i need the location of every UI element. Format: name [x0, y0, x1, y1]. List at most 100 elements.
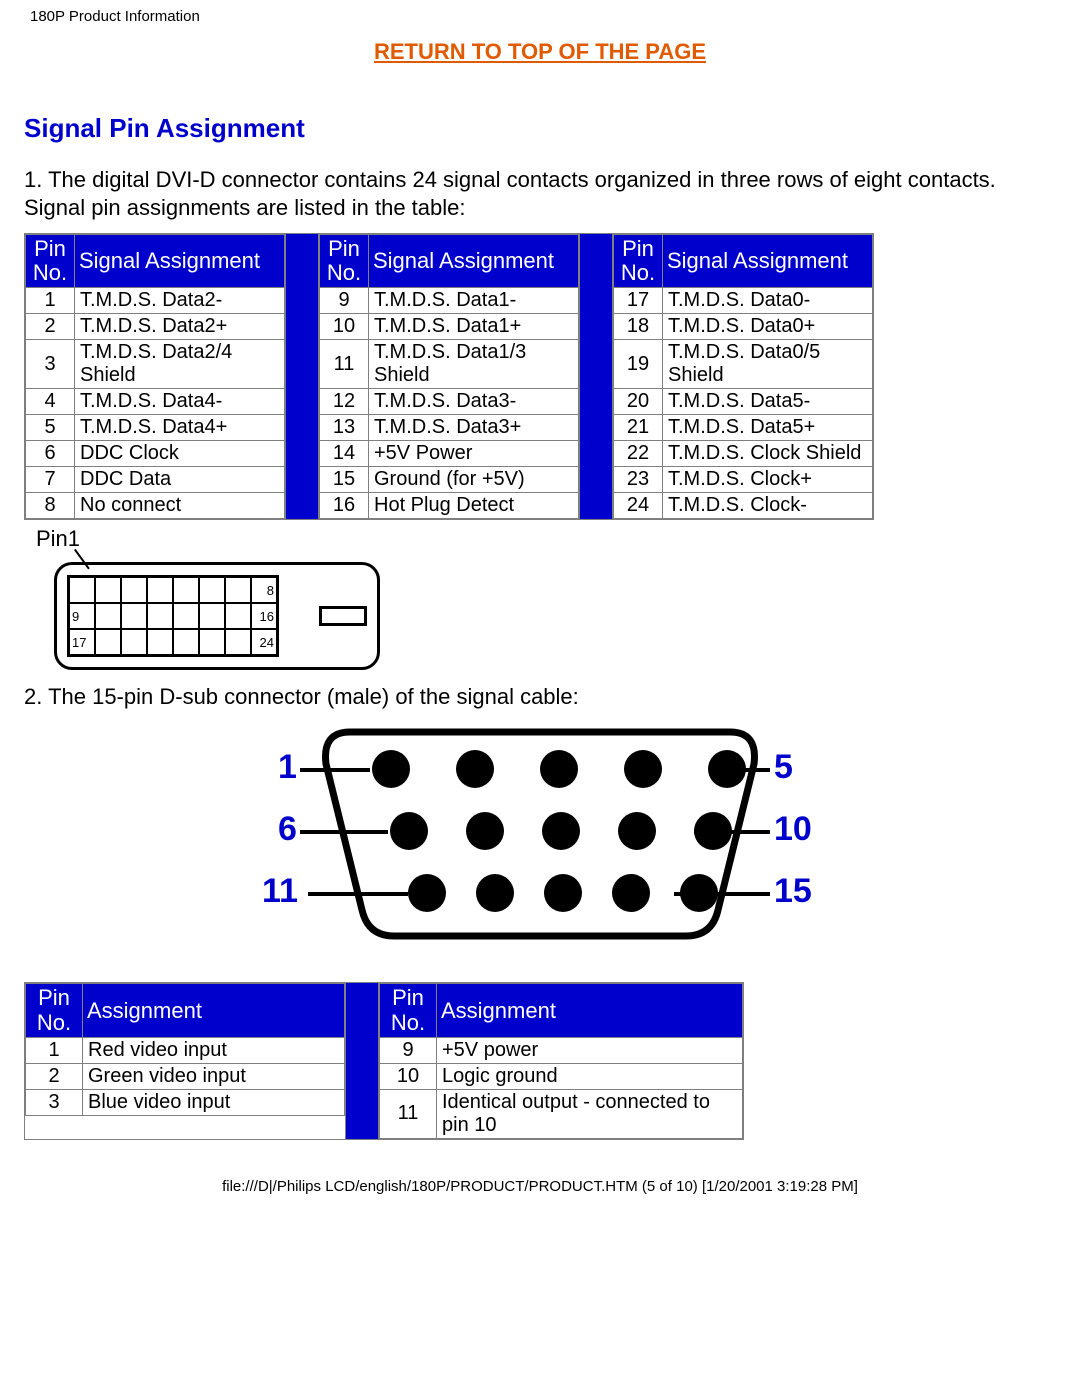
dvi-pin-table: Pin No. Signal Assignment 1T.M.D.S. Data… — [24, 233, 874, 520]
signal-cell: +5V Power — [369, 441, 579, 467]
table-row: 7DDC Data — [26, 467, 285, 493]
dsub-label-15: 15 — [774, 872, 812, 911]
table-row: 11Identical output - connected to pin 10 — [380, 1089, 743, 1138]
table-spacer — [286, 234, 319, 520]
table-row: 16Hot Plug Detect — [320, 493, 579, 519]
dvi-header-signal: Signal Assignment — [75, 235, 285, 288]
top-link-wrap: RETURN TO TOP OF THE PAGE — [0, 31, 1080, 113]
pin-no-cell: 9 — [320, 288, 369, 314]
dvi-pin-cell — [199, 629, 225, 655]
dvi-pin-cell: 16 — [251, 603, 277, 629]
pin-no-cell: 3 — [26, 340, 75, 389]
pin-no-cell: 1 — [26, 1037, 83, 1063]
dvi-header-pin: Pin No. — [26, 235, 75, 288]
dvi-pin-cell: 8 — [251, 577, 277, 603]
assignment-cell: Blue video input — [83, 1089, 345, 1115]
dvi-pin-cell: 17 — [69, 629, 95, 655]
dvi-pin-cell — [225, 603, 251, 629]
return-top-link[interactable]: RETURN TO TOP OF THE PAGE — [374, 39, 706, 64]
pin-no-cell: 9 — [380, 1037, 437, 1063]
dvi-pin-cell — [147, 603, 173, 629]
assignment-cell: Green video input — [83, 1063, 345, 1089]
signal-cell: T.M.D.S. Data2- — [75, 288, 285, 314]
dsub-header-assign: Assignment — [83, 984, 345, 1037]
table-row: 21T.M.D.S. Data5+ — [614, 415, 873, 441]
signal-cell: T.M.D.S. Clock+ — [663, 467, 873, 493]
page-footer: file:///D|/Philips LCD/english/180P/PROD… — [0, 1140, 1080, 1207]
dsub-label-10: 10 — [774, 810, 812, 849]
pin-no-cell: 16 — [320, 493, 369, 519]
pin-no-cell: 23 — [614, 467, 663, 493]
dvi-pin-cell — [173, 577, 199, 603]
table-row: 9+5V power — [380, 1037, 743, 1063]
signal-cell: Hot Plug Detect — [369, 493, 579, 519]
pin1-label: Pin1 — [36, 526, 80, 552]
dvi-sub-3: Pin No. Signal Assignment 17T.M.D.S. Dat… — [613, 234, 873, 519]
dvi-sub-1: Pin No. Signal Assignment 1T.M.D.S. Data… — [25, 234, 285, 519]
table-row: 6DDC Clock — [26, 441, 285, 467]
table-row: 2T.M.D.S. Data2+ — [26, 314, 285, 340]
table-row: 2Green video input — [26, 1063, 345, 1089]
signal-cell: T.M.D.S. Data4- — [75, 389, 285, 415]
table-row: 9T.M.D.S. Data1- — [320, 288, 579, 314]
dsub-line — [308, 892, 408, 896]
signal-cell: T.M.D.S. Data5+ — [663, 415, 873, 441]
table-row: 12T.M.D.S. Data3- — [320, 389, 579, 415]
table-row: 18T.M.D.S. Data0+ — [614, 314, 873, 340]
pin-no-cell: 19 — [614, 340, 663, 389]
dvi-pin-cell — [225, 629, 251, 655]
table-spacer — [580, 234, 613, 520]
pin-no-cell: 5 — [26, 415, 75, 441]
table-row: 3Blue video input — [26, 1089, 345, 1115]
table-row: 10T.M.D.S. Data1+ — [320, 314, 579, 340]
dvi-pin-cell: 24 — [251, 629, 277, 655]
signal-cell: T.M.D.S. Clock- — [663, 493, 873, 519]
dvi-pin-cell — [95, 603, 121, 629]
pin-no-cell: 11 — [380, 1089, 437, 1138]
assignment-cell: Identical output - connected to pin 10 — [437, 1089, 743, 1138]
dsub-label-1: 1 — [278, 748, 297, 787]
pin-no-cell: 12 — [320, 389, 369, 415]
pin-no-cell: 1 — [26, 288, 75, 314]
signal-cell: T.M.D.S. Data0+ — [663, 314, 873, 340]
dvi-pin-cell — [225, 577, 251, 603]
pin-no-cell: 13 — [320, 415, 369, 441]
signal-cell: T.M.D.S. Data5- — [663, 389, 873, 415]
dsub-header-pin: Pin No. — [26, 984, 83, 1037]
section-heading: Signal Pin Assignment — [0, 113, 1080, 166]
dvi-pin-cell — [121, 577, 147, 603]
pin-no-cell: 11 — [320, 340, 369, 389]
dvi-pin-cell: 9 — [69, 603, 95, 629]
dvi-pin-cell — [121, 603, 147, 629]
table-row: 19T.M.D.S. Data0/5 Shield — [614, 340, 873, 389]
table-row: 11T.M.D.S. Data1/3 Shield — [320, 340, 579, 389]
pin-no-cell: 2 — [26, 1063, 83, 1089]
table-row: 22T.M.D.S. Clock Shield — [614, 441, 873, 467]
pin-no-cell: 4 — [26, 389, 75, 415]
pin-no-cell: 21 — [614, 415, 663, 441]
signal-cell: T.M.D.S. Data0/5 Shield — [663, 340, 873, 389]
page-header: 180P Product Information — [0, 0, 1080, 31]
dvi-pin-cell — [121, 629, 147, 655]
pin-no-cell: 2 — [26, 314, 75, 340]
pin-no-cell: 24 — [614, 493, 663, 519]
pin-no-cell: 18 — [614, 314, 663, 340]
pin-no-cell: 8 — [26, 493, 75, 519]
dsub-label-5: 5 — [774, 748, 793, 787]
table-row: 5T.M.D.S. Data4+ — [26, 415, 285, 441]
dvi-pin-cell — [199, 577, 225, 603]
table-row: 14+5V Power — [320, 441, 579, 467]
signal-cell: T.M.D.S. Data0- — [663, 288, 873, 314]
dsub-line — [300, 768, 370, 772]
assignment-cell: Red video input — [83, 1037, 345, 1063]
table-row: 10Logic ground — [380, 1063, 743, 1089]
pin-no-cell: 14 — [320, 441, 369, 467]
signal-cell: T.M.D.S. Clock Shield — [663, 441, 873, 467]
dsub-sub-1: Pin No. Assignment 1Red video input2Gree… — [25, 983, 345, 1115]
table-row: 15Ground (for +5V) — [320, 467, 579, 493]
dvi-header-pin: Pin No. — [614, 235, 663, 288]
table-row: 4T.M.D.S. Data4- — [26, 389, 285, 415]
assignment-cell: +5V power — [437, 1037, 743, 1063]
table-row: 1T.M.D.S. Data2- — [26, 288, 285, 314]
dvi-pin-grid: 8 9 16 17 24 — [67, 575, 279, 657]
